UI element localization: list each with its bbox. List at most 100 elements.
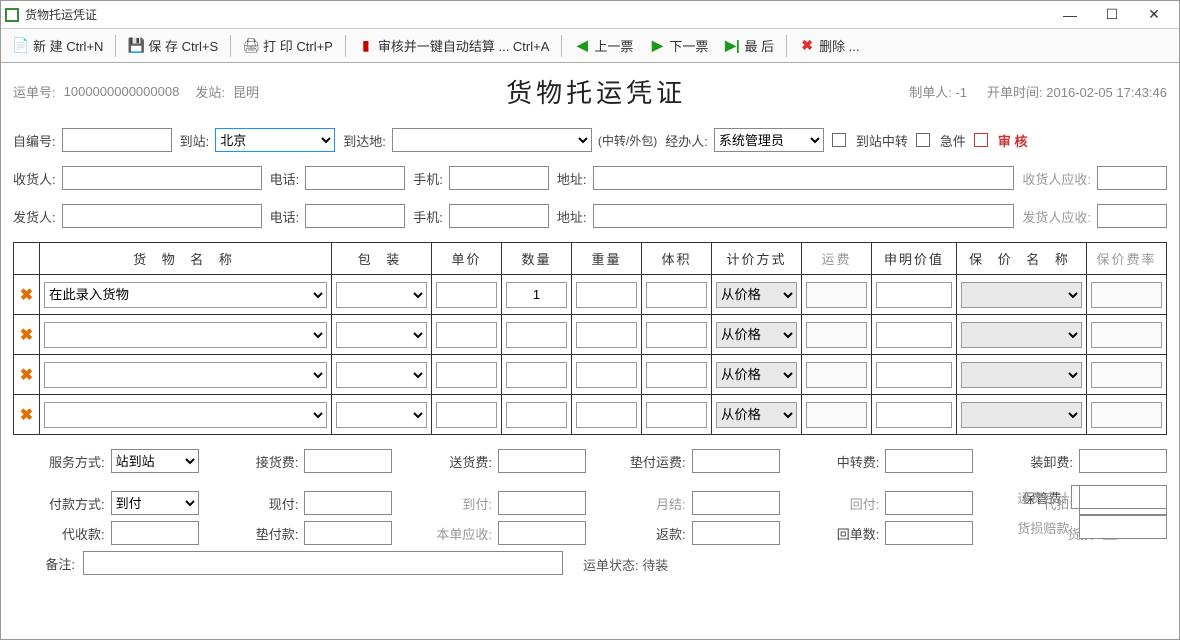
new-button[interactable]: 📄新 建 Ctrl+N <box>7 33 109 58</box>
calc-select[interactable]: 从价格 <box>716 362 797 388</box>
delete-button[interactable]: ✖删除 ... <box>793 33 865 58</box>
nowpay-input[interactable] <box>304 491 392 515</box>
urgent-checkbox[interactable] <box>916 133 930 147</box>
goods-select[interactable] <box>44 322 327 348</box>
th-price: 单价 <box>432 243 502 275</box>
row-delete-icon[interactable]: ✖ <box>20 367 33 384</box>
receiver-input[interactable] <box>62 166 262 190</box>
footer-area: 服务方式:站到站 接货费: 送货费: 垫付运费: 中转费: 装卸费: 保管费: … <box>13 449 1167 575</box>
price-input[interactable] <box>436 362 497 388</box>
volume-input[interactable] <box>646 362 707 388</box>
sender-input[interactable] <box>62 204 262 228</box>
declare-input[interactable] <box>876 402 952 428</box>
origin-value: 昆明 <box>233 82 259 101</box>
th-declare: 申明价值 <box>872 243 957 275</box>
insure-select[interactable] <box>961 402 1082 428</box>
receiver-addr-input[interactable] <box>593 166 1015 190</box>
maximize-button[interactable]: ☐ <box>1091 2 1133 28</box>
damagecomp-label: 货损赔款: <box>1011 518 1073 537</box>
close-button[interactable]: ✕ <box>1133 2 1175 28</box>
next-button[interactable]: ▶下一票 <box>643 33 714 58</box>
freight-input <box>806 362 867 388</box>
goods-select[interactable] <box>44 362 327 388</box>
weight-input[interactable] <box>576 402 637 428</box>
arrive-select[interactable] <box>392 128 592 152</box>
refund-input[interactable] <box>692 521 780 545</box>
minimize-button[interactable]: — <box>1049 2 1091 28</box>
separator <box>345 35 346 57</box>
receiver-phone-input[interactable] <box>305 166 405 190</box>
advfreight-input[interactable] <box>692 449 780 473</box>
weight-input[interactable] <box>576 322 637 348</box>
last-button[interactable]: ▶|最 后 <box>718 33 780 58</box>
receiver-row: 收货人: 电话: 手机: 地址: 收货人应收: <box>13 166 1167 190</box>
qty-input[interactable] <box>506 282 567 308</box>
advance-label: 垫付款: <box>236 524 298 543</box>
pack-select[interactable] <box>336 322 427 348</box>
pack-select[interactable] <box>336 402 427 428</box>
save-icon: 💾 <box>128 38 144 54</box>
arrivepay-input <box>498 491 586 515</box>
load-input[interactable] <box>1079 449 1167 473</box>
delivery-input[interactable] <box>498 449 586 473</box>
advance-input[interactable] <box>304 521 392 545</box>
goods-table: 货 物 名 称 包 装 单价 数量 重量 体积 计价方式 运费 申明价值 保 价… <box>13 242 1167 435</box>
declare-input[interactable] <box>876 322 952 348</box>
sender-mobile-input[interactable] <box>449 204 549 228</box>
insurerate-input <box>1091 322 1162 348</box>
waybill-no: 1000000000000008 <box>64 84 180 99</box>
insure-select[interactable] <box>961 362 1082 388</box>
volume-input[interactable] <box>646 322 707 348</box>
goods-select[interactable] <box>44 402 327 428</box>
receipt-input[interactable] <box>885 521 973 545</box>
arrive-label: 到达地: <box>343 131 386 150</box>
weight-input[interactable] <box>576 282 637 308</box>
creator-label: 制单人: <box>909 85 952 100</box>
declare-input[interactable] <box>876 282 952 308</box>
transferfee-input[interactable] <box>885 449 973 473</box>
table-row: ✖ 从价格 <box>14 395 1167 435</box>
selfno-input[interactable] <box>62 128 172 152</box>
pack-select[interactable] <box>336 282 427 308</box>
creator-value: -1 <box>955 85 967 100</box>
prev-button[interactable]: ◀上一票 <box>568 33 639 58</box>
price-input[interactable] <box>436 282 497 308</box>
goods-select[interactable]: 在此录入货物 <box>44 282 327 308</box>
save-button[interactable]: 💾保 存 Ctrl+S <box>122 33 224 58</box>
row-delete-icon[interactable]: ✖ <box>20 407 33 424</box>
price-input[interactable] <box>436 402 497 428</box>
qty-input[interactable] <box>506 322 567 348</box>
print-button[interactable]: 🖨打 印 Ctrl+P <box>237 33 339 58</box>
sender-addr-input[interactable] <box>593 204 1015 228</box>
remark-input[interactable] <box>83 551 563 575</box>
declare-input[interactable] <box>876 362 952 388</box>
dest-select[interactable]: 北京 <box>215 128 335 152</box>
row-delete-icon[interactable]: ✖ <box>20 287 33 304</box>
service-select[interactable]: 站到站 <box>111 449 199 473</box>
audit-checkbox[interactable] <box>974 133 988 147</box>
insure-select[interactable] <box>961 322 1082 348</box>
calc-select[interactable]: 从价格 <box>716 402 797 428</box>
sender-phone-input[interactable] <box>305 204 405 228</box>
insure-select[interactable] <box>961 282 1082 308</box>
calc-select[interactable]: 从价格 <box>716 322 797 348</box>
pickup-input[interactable] <box>304 449 392 473</box>
pay-select[interactable]: 到付 <box>111 491 199 515</box>
weight-input[interactable] <box>576 362 637 388</box>
volume-input[interactable] <box>646 282 707 308</box>
row-delete-icon[interactable]: ✖ <box>20 327 33 344</box>
price-input[interactable] <box>436 322 497 348</box>
qty-input[interactable] <box>506 362 567 388</box>
waybill-label: 运单号: <box>13 82 56 101</box>
receiver-mobile-input[interactable] <box>449 166 549 190</box>
refund-label: 返款: <box>624 524 686 543</box>
transferfee-label: 中转费: <box>817 452 879 471</box>
collect-input[interactable] <box>111 521 199 545</box>
volume-input[interactable] <box>646 402 707 428</box>
transfer-checkbox[interactable] <box>832 133 846 147</box>
qty-input[interactable] <box>506 402 567 428</box>
audit-button[interactable]: ▮审核并一键自动结算 ... Ctrl+A <box>352 33 556 58</box>
calc-select[interactable]: 从价格 <box>716 282 797 308</box>
pack-select[interactable] <box>336 362 427 388</box>
handler-select[interactable]: 系统管理员 <box>714 128 824 152</box>
